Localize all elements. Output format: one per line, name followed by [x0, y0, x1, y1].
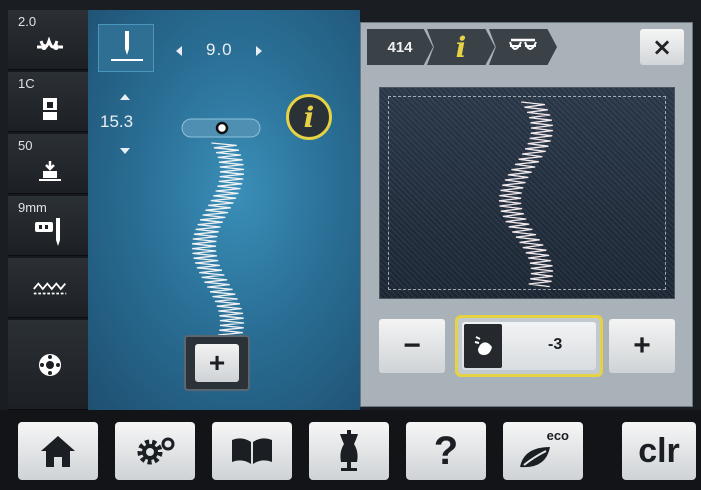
needle-position-button[interactable]: [98, 24, 154, 72]
book-icon: [232, 438, 272, 464]
clear-label: clr: [638, 431, 680, 470]
needle-stitch-plate-button[interactable]: 9mm: [8, 196, 88, 256]
creative-consultant-button[interactable]: [309, 422, 389, 480]
increase-button[interactable]: +: [609, 319, 675, 373]
needle-plate-icon: [32, 218, 68, 248]
decrease-button[interactable]: −: [379, 319, 445, 373]
settings-icon: [137, 437, 175, 465]
balance-value-field[interactable]: -3: [455, 315, 603, 377]
close-icon: ×: [651, 33, 673, 61]
add-pattern-button[interactable]: +: [184, 335, 250, 391]
feed-dog-icon: [32, 274, 68, 304]
add-pattern-label: +: [195, 344, 239, 382]
feed-dog-button[interactable]: [8, 258, 88, 318]
stitch-number: 414: [387, 38, 413, 56]
left-sidebar: 2.0 1C 50 9mm: [8, 10, 88, 410]
info-label: i: [303, 100, 315, 134]
balance-value: -3: [548, 336, 563, 353]
needle-plate-value: 9mm: [18, 200, 47, 215]
dress-form-icon: [340, 430, 358, 471]
upper-thread-tension-icon: [32, 32, 68, 62]
help-icon: ?: [433, 428, 459, 473]
width-increase-icon[interactable]: [254, 44, 264, 58]
stitch-on-fabric: [498, 101, 554, 288]
bottom-toolbar: ? eco clr: [0, 410, 701, 490]
presser-foot-pressure-icon: [32, 156, 68, 186]
fabric-preview: [379, 87, 675, 299]
plus-icon: +: [633, 329, 651, 362]
bobbin-button[interactable]: [8, 320, 88, 410]
setup-button[interactable]: [115, 422, 195, 480]
tutorial-button[interactable]: [212, 422, 292, 480]
balance-icon: [509, 38, 537, 50]
close-button[interactable]: ×: [640, 29, 684, 65]
length-decrease-icon[interactable]: [118, 146, 132, 156]
presser-foot-button[interactable]: 1C: [8, 72, 88, 132]
needle-position-icon: [111, 31, 143, 61]
presser-foot-pressure-button[interactable]: 50: [8, 134, 88, 194]
stitch-pattern-preview: [181, 118, 261, 341]
stitch-length-value: 15.3: [100, 112, 134, 131]
presser-foot-value: 1C: [18, 76, 35, 91]
fabric-feed-icon: [464, 324, 502, 368]
needle-position-marker: [215, 121, 229, 135]
bobbin-icon: [32, 350, 68, 380]
presser-foot-pressure-value: 50: [18, 138, 33, 153]
tab-stitch-number[interactable]: 414: [367, 29, 433, 65]
eco-label: eco: [546, 428, 569, 443]
tab-balance[interactable]: [489, 29, 557, 65]
info-button[interactable]: i: [286, 94, 332, 140]
info-panel: 414 i × − -3 +: [360, 22, 693, 407]
leaf-icon: [520, 447, 550, 468]
clear-button[interactable]: clr: [622, 422, 696, 480]
eco-button[interactable]: eco: [503, 422, 583, 480]
tab-info[interactable]: i: [427, 29, 495, 65]
help-button[interactable]: ?: [406, 422, 486, 480]
minus-icon: −: [403, 329, 421, 362]
upper-thread-tension-button[interactable]: 2.0: [8, 10, 88, 70]
width-decrease-icon[interactable]: [174, 44, 184, 58]
home-icon: [41, 436, 75, 467]
home-button[interactable]: [18, 422, 98, 480]
tab-info-label: i: [455, 30, 467, 64]
stitch-area: 9.0 15.3 i +: [88, 10, 360, 410]
thread-tension-value: 2.0: [18, 14, 37, 29]
stitch-width-value: 9.0: [206, 40, 233, 59]
presser-foot-icon: [32, 94, 68, 124]
length-increase-icon[interactable]: [118, 92, 132, 102]
